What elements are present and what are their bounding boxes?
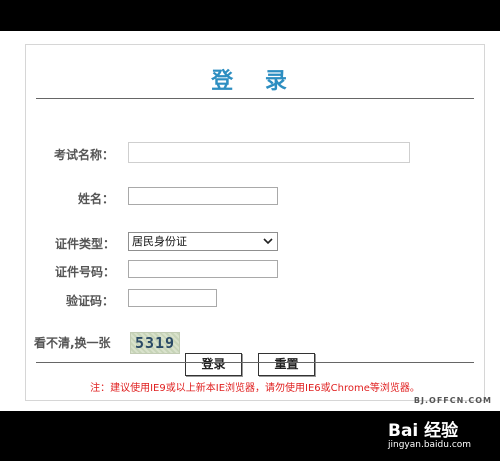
screenshot: 登 录 考试名称： 姓名： 证件类型： 居民身份证 证件号码： 验证码： 看不清… [0, 0, 500, 461]
login-button[interactable]: 登录 [185, 353, 242, 376]
name-label: 姓名： [78, 192, 115, 206]
baidu-jingyan-watermark: Bai 经验 jingyan.baidu.com [388, 412, 498, 458]
name-input[interactable] [128, 187, 278, 205]
id-number-input[interactable] [128, 260, 278, 278]
watermark-url: jingyan.baidu.com [388, 440, 472, 450]
page-title: 登 录 [211, 69, 299, 94]
verify-code-input[interactable] [128, 289, 217, 307]
login-panel: 登 录 考试名称： 姓名： 证件类型： 居民身份证 证件号码： 验证码： 看不清… [25, 44, 485, 401]
footer-divider [36, 362, 474, 363]
id-number-label: 证件号码： [55, 265, 116, 279]
watermark-logo: Bai 经验 [388, 421, 459, 441]
captcha-image[interactable]: 5319 [130, 332, 180, 354]
id-type-select[interactable]: 居民身份证 [128, 232, 278, 251]
browser-notice: 注：建议使用IE9或以上新本IE浏览器，请勿使用IE6或Chrome等浏览器。 [90, 383, 420, 394]
chevron-down-icon [263, 238, 273, 245]
browser-viewport: 登 录 考试名称： 姓名： 证件类型： 居民身份证 证件号码： 验证码： 看不清… [0, 31, 500, 411]
captcha-refresh-link[interactable]: 看不清,换一张 [34, 334, 111, 351]
title-divider [36, 98, 474, 99]
exam-name-input[interactable] [128, 142, 410, 163]
id-type-selected-value: 居民身份证 [132, 235, 187, 248]
exam-name-label: 考试名称： [54, 148, 115, 162]
reset-button[interactable]: 重置 [258, 353, 315, 376]
site-watermark: BJ.OFFCN.COM [413, 396, 492, 405]
verify-code-label: 验证码： [66, 294, 115, 308]
id-type-label: 证件类型： [55, 237, 116, 251]
